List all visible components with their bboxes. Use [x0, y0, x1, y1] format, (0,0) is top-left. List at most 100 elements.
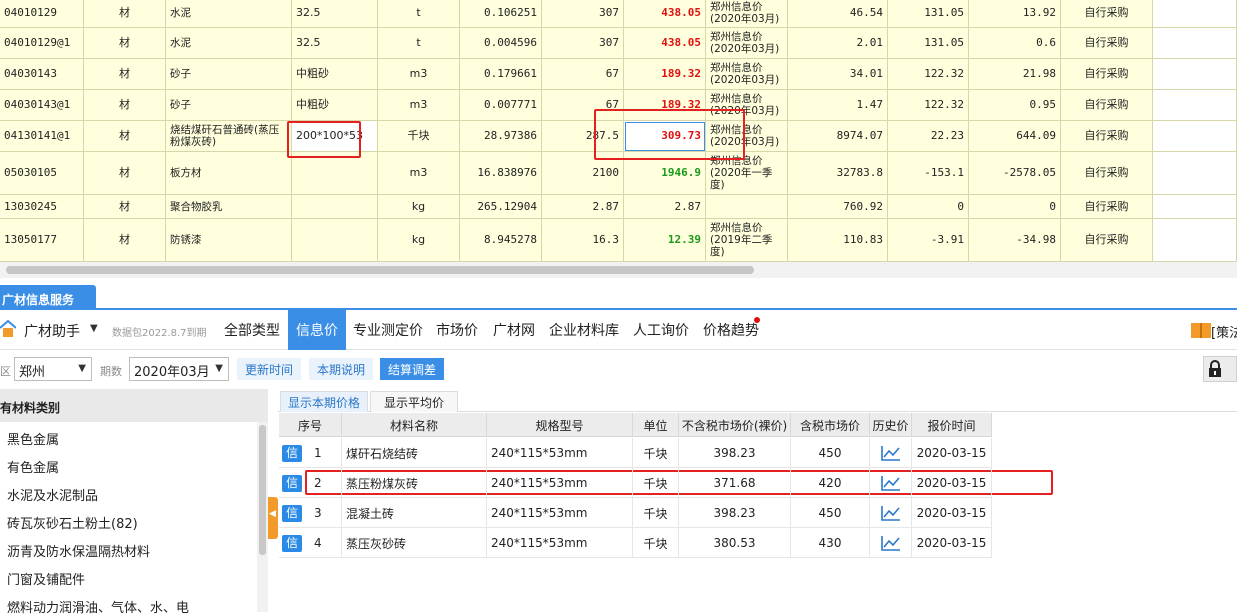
- grid-cell-qty[interactable]: 0.007771: [460, 90, 542, 121]
- grid-cell-diff[interactable]: 122.32: [888, 59, 969, 90]
- grid-cell-base-price[interactable]: 67: [542, 59, 624, 90]
- grid-cell-code[interactable]: 13030245: [0, 195, 84, 219]
- grid-cell-diff[interactable]: 122.32: [888, 90, 969, 121]
- grid-cell-name[interactable]: 防锈漆: [166, 219, 292, 262]
- grid-cell-extra[interactable]: [1153, 59, 1237, 90]
- table-row[interactable]: 信 1 煤矸石烧结砖 240*115*53mm 千块 398.23 450 2020-03-1…: [279, 438, 992, 468]
- trend-chart-icon[interactable]: [880, 505, 901, 521]
- grid-cell-extra[interactable]: [1153, 28, 1237, 59]
- tab-enterprise-library[interactable]: 企业材料库: [544, 310, 624, 350]
- grid-cell-diff-total[interactable]: 21.98: [969, 59, 1061, 90]
- grid-cell-base-price[interactable]: 287.5: [542, 121, 624, 152]
- grid-cell-source[interactable]: 郑州信息价(2019年二季度): [706, 219, 788, 262]
- panel-title-tab[interactable]: 广材信息服务: [0, 285, 96, 309]
- grid-cell-spec[interactable]: [292, 152, 378, 195]
- vertical-scrollbar-thumb[interactable]: [259, 425, 266, 555]
- grid-cell-unit[interactable]: m3: [378, 59, 460, 90]
- grid-cell-diff[interactable]: 0: [888, 195, 969, 219]
- grid-cell-type[interactable]: 材: [84, 152, 166, 195]
- grid-cell-spec[interactable]: 32.5: [292, 0, 378, 28]
- grid-cell-diff[interactable]: -153.1: [888, 152, 969, 195]
- grid-cell-amount[interactable]: 32783.8: [788, 152, 888, 195]
- category-item[interactable]: 沥青及防水保温隔热材料: [7, 541, 150, 560]
- tab-guangcai-web[interactable]: 广材网: [488, 310, 540, 350]
- grid-cell-name[interactable]: 水泥: [166, 0, 292, 28]
- grid-cell-code[interactable]: 05030105: [0, 152, 84, 195]
- grid-cell-unit[interactable]: m3: [378, 152, 460, 195]
- grid-cell-diff-total[interactable]: 0: [969, 195, 1061, 219]
- grid-cell-code[interactable]: 04030143: [0, 59, 84, 90]
- grid-cell-extra[interactable]: [1153, 0, 1237, 28]
- grid-cell-amount[interactable]: 34.01: [788, 59, 888, 90]
- grid-cell-spec[interactable]: [292, 195, 378, 219]
- grid-cell-extra[interactable]: [1153, 195, 1237, 219]
- grid-row[interactable]: 05030105 材板方材 m3 16.838976 2100 1946.9 郑州信息价(2…: [0, 152, 1237, 195]
- grid-cell-amount[interactable]: 8974.07: [788, 121, 888, 152]
- grid-cell-supply[interactable]: 自行采购: [1061, 59, 1153, 90]
- region-select[interactable]: 郑州 ▼: [14, 357, 92, 381]
- grid-cell-name[interactable]: 砂子: [166, 90, 292, 121]
- grid-cell-diff[interactable]: -3.91: [888, 219, 969, 262]
- grid-cell-spec[interactable]: 中粗砂: [292, 90, 378, 121]
- grid-cell-amount[interactable]: 110.83: [788, 219, 888, 262]
- grid-cell-diff-total[interactable]: 644.09: [969, 121, 1061, 152]
- grid-cell-type[interactable]: 材: [84, 195, 166, 219]
- grid-cell-code[interactable]: 04010129@1: [0, 28, 84, 59]
- update-time-button[interactable]: 更新时间: [237, 358, 301, 380]
- table-row[interactable]: 信 3 混凝土砖 240*115*53mm 千块 398.23 450 2020-03-15: [279, 498, 992, 528]
- grid-cell-diff-total[interactable]: 0.95: [969, 90, 1061, 121]
- grid-cell-market-price[interactable]: 438.05: [624, 28, 706, 59]
- grid-cell-name[interactable]: 水泥: [166, 28, 292, 59]
- grid-cell-code[interactable]: 04030143@1: [0, 90, 84, 121]
- policy-link[interactable]: [策法: [1211, 322, 1237, 341]
- table-row[interactable]: 信 4 蒸压灰砂砖 240*115*53mm 千块 380.53 430 2020-03-15: [279, 528, 992, 558]
- trend-chart-icon[interactable]: [880, 475, 901, 491]
- grid-cell-base-price[interactable]: 67: [542, 90, 624, 121]
- grid-cell-market-price[interactable]: 438.05: [624, 0, 706, 28]
- info-tag-icon[interactable]: 信: [282, 504, 302, 522]
- grid-row[interactable]: 04030143@1 材砂子 中粗砂 m3 0.007771 67 189.32 郑州信息价(…: [0, 90, 1237, 121]
- grid-cell-diff[interactable]: 131.05: [888, 0, 969, 28]
- grid-row[interactable]: 04010129 材水泥 32.5 t 0.106251 307 438.05 郑州信息价(2…: [0, 0, 1237, 28]
- trend-chart-icon[interactable]: [880, 535, 901, 551]
- grid-cell-supply[interactable]: 自行采购: [1061, 152, 1153, 195]
- grid-cell-market-price[interactable]: 12.39: [624, 219, 706, 262]
- grid-cell-diff[interactable]: 22.23: [888, 121, 969, 152]
- grid-cell-extra[interactable]: [1153, 90, 1237, 121]
- grid-cell-supply[interactable]: 自行采购: [1061, 28, 1153, 59]
- grid-cell-market-price[interactable]: 309.73: [624, 121, 706, 152]
- grid-cell-market-price[interactable]: 1946.9: [624, 152, 706, 195]
- tab-market-price[interactable]: 市场价: [430, 310, 484, 350]
- grid-cell-unit[interactable]: kg: [378, 195, 460, 219]
- grid-cell-source[interactable]: [706, 195, 788, 219]
- grid-cell-qty[interactable]: 265.12904: [460, 195, 542, 219]
- grid-cell-base-price[interactable]: 2100: [542, 152, 624, 195]
- grid-row[interactable]: 13030245 材聚合物胶乳 kg 265.12904 2.87 2.87 760.92 0…: [0, 195, 1237, 219]
- grid-cell-source[interactable]: 郑州信息价(2020年03月): [706, 90, 788, 121]
- tab-info-price[interactable]: 信息价: [288, 310, 346, 350]
- helper-menu-label[interactable]: 广材助手: [24, 321, 80, 341]
- tab-all-types[interactable]: 全部类型: [218, 310, 286, 350]
- grid-cell-amount[interactable]: 2.01: [788, 28, 888, 59]
- grid-cell-diff[interactable]: 131.05: [888, 28, 969, 59]
- grid-cell-supply[interactable]: 自行采购: [1061, 195, 1153, 219]
- grid-cell-type[interactable]: 材: [84, 0, 166, 28]
- period-select[interactable]: 2020年03月 ▼: [129, 357, 229, 381]
- grid-cell-base-price[interactable]: 307: [542, 0, 624, 28]
- grid-cell-amount[interactable]: 760.92: [788, 195, 888, 219]
- grid-cell-source[interactable]: 郑州信息价(2020年03月): [706, 0, 788, 28]
- grid-row[interactable]: 13050177 材防锈漆 kg 8.945278 16.3 12.39 郑州信息价(201…: [0, 219, 1237, 262]
- grid-cell-supply[interactable]: 自行采购: [1061, 0, 1153, 28]
- grid-cell-unit[interactable]: 千块: [378, 121, 460, 152]
- grid-cell-market-price[interactable]: 189.32: [624, 90, 706, 121]
- home-icon[interactable]: [0, 320, 16, 338]
- grid-cell-qty[interactable]: 0.004596: [460, 28, 542, 59]
- grid-cell-unit[interactable]: kg: [378, 219, 460, 262]
- info-tag-icon[interactable]: 信: [282, 474, 302, 492]
- grid-cell-type[interactable]: 材: [84, 59, 166, 90]
- trend-chart-icon[interactable]: [880, 445, 901, 461]
- grid-cell-diff-total[interactable]: -34.98: [969, 219, 1061, 262]
- grid-cell-amount[interactable]: 1.47: [788, 90, 888, 121]
- grid-cell-unit[interactable]: t: [378, 28, 460, 59]
- category-item[interactable]: 有色金属: [7, 457, 59, 476]
